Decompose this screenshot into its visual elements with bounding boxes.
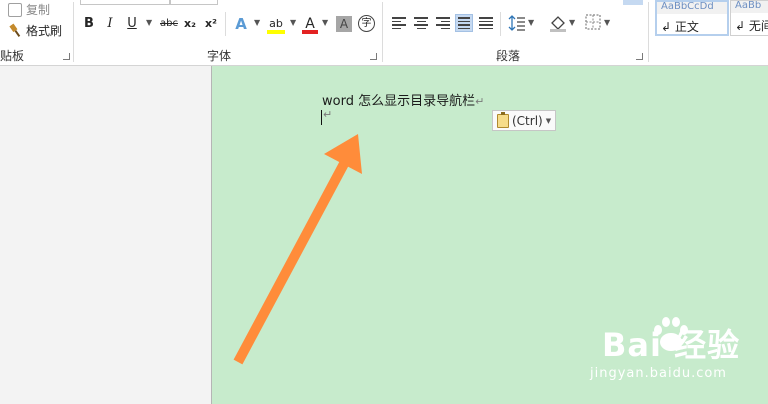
separator (225, 12, 226, 36)
format-painter-button[interactable]: 格式刷 (8, 22, 62, 39)
watermark-logo-text: Bai 经验 (602, 326, 741, 364)
ribbon-highlight (623, 0, 643, 5)
character-shading-button[interactable]: A (336, 16, 352, 32)
strikethrough-button[interactable]: abc (158, 14, 180, 34)
text-effects-button[interactable]: A (234, 14, 248, 34)
copy-button[interactable]: 复制 (8, 1, 50, 18)
ribbon: 复制 格式刷 贴板 B I U ▼ abc x₂ x² A ▼ ab ▼ A ▼… (0, 0, 768, 66)
font-color-dropdown-icon[interactable]: ▼ (322, 18, 328, 27)
separator (73, 2, 74, 62)
document-area[interactable]: word 怎么显示目录导航栏↵ ↵ (Ctrl) ▼ Bai 经验 jingya… (212, 66, 768, 404)
font-dialog-launcher[interactable] (370, 53, 377, 60)
enclose-characters-button[interactable]: 字 (358, 15, 375, 32)
align-right-button[interactable] (434, 14, 452, 32)
line-spacing-icon[interactable] (508, 14, 526, 32)
style-preview: AaBb (731, 1, 768, 13)
font-name-box[interactable] (80, 0, 170, 5)
style-preview: AaBbCcDd (657, 2, 727, 14)
line-spacing-dropdown-icon[interactable]: ▼ (528, 18, 534, 27)
underline-button[interactable]: U (126, 14, 138, 34)
style-no-spacing-label: ↲ 无间 (735, 19, 768, 33)
shading-dropdown-icon[interactable]: ▼ (569, 18, 575, 27)
justify-button[interactable] (455, 14, 473, 32)
underline-dropdown-icon[interactable]: ▼ (146, 18, 152, 27)
font-size-box[interactable] (170, 0, 218, 5)
clipboard-group-label: 贴板 (0, 49, 25, 63)
highlight-dropdown-icon[interactable]: ▼ (290, 18, 296, 27)
paragraph-dialog-launcher[interactable] (636, 53, 643, 60)
style-no-spacing[interactable]: AaBb ↲ 无间 (730, 0, 768, 36)
italic-button[interactable]: I (104, 14, 116, 34)
text-effects-dropdown-icon[interactable]: ▼ (254, 18, 260, 27)
font-group-label: 字体 (207, 49, 232, 63)
separator (382, 2, 383, 62)
style-normal-label: ↲ 正文 (661, 20, 699, 34)
copy-label: 复制 (26, 3, 51, 17)
subscript-button[interactable]: x₂ (183, 14, 197, 34)
highlight-color-swatch (267, 30, 285, 34)
navigation-pane (0, 66, 212, 404)
superscript-button[interactable]: x² (204, 14, 218, 34)
format-painter-icon (9, 23, 21, 37)
format-painter-label: 格式刷 (26, 24, 63, 38)
align-center-button[interactable] (412, 14, 430, 32)
copy-icon (8, 2, 22, 17)
shading-icon[interactable] (549, 14, 567, 32)
watermark-url: jingyan.baidu.com (590, 366, 727, 381)
bold-button[interactable]: B (83, 14, 95, 34)
distributed-button[interactable] (477, 14, 495, 32)
borders-icon[interactable] (585, 14, 601, 30)
align-left-button[interactable] (390, 14, 408, 32)
separator (500, 12, 501, 36)
baidu-jingyan-watermark: Bai 经验 jingyan.baidu.com (590, 317, 766, 400)
clipboard-dialog-launcher[interactable] (63, 53, 70, 60)
styles-gallery: AaBbCcDd ↲ 正文 AaBb ↲ 无间 (655, 0, 768, 37)
paragraph-group-label: 段落 (496, 49, 521, 63)
style-normal[interactable]: AaBbCcDd ↲ 正文 (655, 0, 729, 36)
separator (648, 2, 649, 62)
font-color-swatch (302, 30, 318, 34)
borders-dropdown-icon[interactable]: ▼ (604, 18, 610, 27)
